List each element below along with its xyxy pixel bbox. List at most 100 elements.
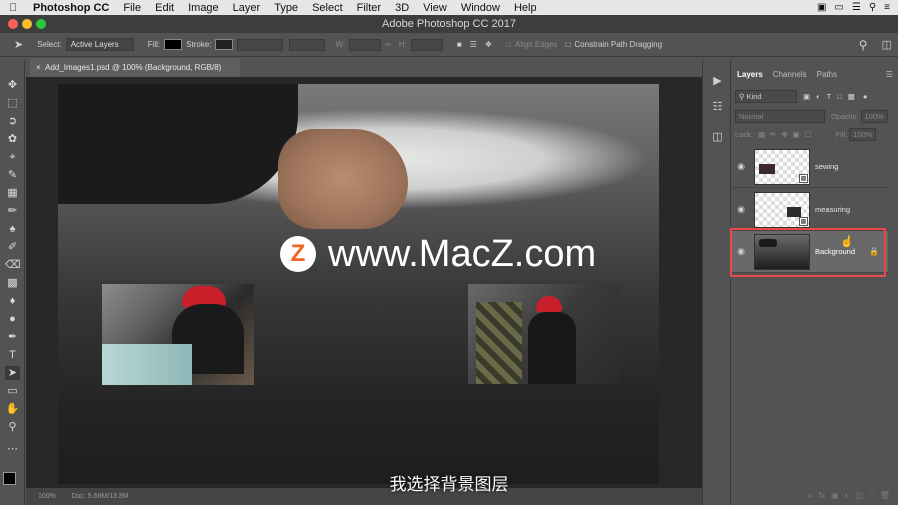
tab-layers[interactable]: Layers (732, 66, 768, 84)
lock-image-icon[interactable]: ✏ (770, 130, 776, 139)
fill-swatch[interactable] (164, 39, 183, 50)
document-canvas[interactable] (58, 84, 659, 484)
menu-3d[interactable]: 3D (388, 2, 416, 14)
layer-row-background[interactable]: ◉ Background 🔒 (732, 231, 888, 273)
move-tool-preset-icon[interactable]: ➤ (14, 38, 23, 51)
document-tab[interactable]: × Add_Images1.psd @ 100% (Background, RG… (30, 58, 240, 77)
menu-filter[interactable]: Filter (350, 2, 388, 14)
filter-shape-icon[interactable]: □ (837, 92, 842, 101)
stroke-type-dropdown[interactable] (289, 38, 326, 51)
zoom-tool-icon[interactable]: ⚲ (5, 420, 20, 434)
visibility-eye-icon[interactable]: ◉ (732, 204, 750, 215)
height-field[interactable] (410, 38, 443, 51)
select-dropdown[interactable]: Active Layers (65, 38, 134, 51)
close-window-button[interactable] (8, 19, 18, 29)
menu-window[interactable]: Window (454, 2, 507, 14)
more-tools-icon[interactable]: ⋯ (5, 442, 20, 456)
blur-tool-icon[interactable]: ♦ (5, 294, 20, 308)
menu-layer[interactable]: Layer (226, 2, 268, 14)
lock-transparent-icon[interactable]: ▦ (758, 130, 765, 139)
align-edges-label: Align Edges (514, 40, 558, 49)
tab-paths[interactable]: Paths (812, 66, 842, 84)
filter-adjustment-icon[interactable]: ◐ (816, 92, 821, 101)
close-tab-icon[interactable]: × (36, 63, 41, 72)
visibility-eye-icon[interactable]: ◉ (732, 246, 750, 257)
stroke-swatch[interactable] (215, 39, 234, 50)
lock-artboard-icon[interactable]: ▣ (793, 130, 800, 139)
link-icon[interactable]: ∞ (385, 40, 391, 49)
tab-channels[interactable]: Channels (768, 66, 812, 84)
adjustment-layer-icon[interactable]: ◐ (845, 491, 850, 500)
play-actions-icon[interactable]: ▶ (710, 74, 725, 89)
blend-mode-dropdown[interactable]: Normal (735, 110, 825, 123)
path-selection-tool-icon[interactable]: ➤ (5, 366, 20, 380)
hand-shape (278, 129, 408, 229)
apple-icon[interactable]:  (0, 2, 26, 14)
layer-row-measuring[interactable]: ◉ ▩ measuring (732, 189, 888, 231)
menu-edit[interactable]: Edit (148, 2, 181, 14)
lasso-tool-icon[interactable]: ➲ (5, 114, 20, 128)
list-icon[interactable]: ☰ (852, 2, 861, 13)
layer-style-icon[interactable]: fx (819, 491, 825, 500)
menu-view[interactable]: View (416, 2, 454, 14)
healing-brush-tool-icon[interactable]: ▦ (5, 186, 20, 200)
move-tool-icon[interactable]: ✥ (5, 78, 20, 92)
layer-row-sewing[interactable]: ◉ ▩ sewing (732, 146, 888, 188)
jacket-shape (476, 302, 522, 384)
marquee-tool-icon[interactable]: ⬚ (5, 96, 20, 110)
path-arrangement-icon[interactable]: ❖ (485, 40, 492, 49)
search-icon[interactable]: ⚲ (859, 38, 868, 52)
lock-position-icon[interactable]: ✥ (781, 130, 787, 139)
new-group-icon[interactable]: ◫ (855, 491, 863, 500)
opacity-field[interactable]: 100% (860, 110, 888, 123)
add-mask-icon[interactable]: ▣ (831, 491, 839, 500)
width-field[interactable] (349, 38, 382, 51)
path-alignment-icon[interactable]: ☰ (470, 40, 477, 49)
minimize-window-button[interactable] (22, 19, 32, 29)
quick-selection-tool-icon[interactable]: ✿ (5, 132, 20, 146)
pen-tool-icon[interactable]: ✒ (5, 330, 20, 344)
link-layers-icon[interactable]: ∞ (807, 491, 813, 500)
hand-tool-icon[interactable]: ✋ (5, 402, 20, 416)
kind-filter-dropdown[interactable]: ⚲ Kind (735, 90, 797, 103)
clone-stamp-tool-icon[interactable]: ♠ (5, 222, 20, 236)
menu-app-name[interactable]: Photoshop CC (26, 2, 116, 14)
lock-all-icon[interactable]: ☐ (805, 130, 812, 139)
rectangle-tool-icon[interactable]: ▭ (5, 384, 20, 398)
gradient-tool-icon[interactable]: ▩ (5, 276, 20, 290)
menu-image[interactable]: Image (181, 2, 226, 14)
menu-file[interactable]: File (116, 2, 148, 14)
brush-tool-icon[interactable]: ✏ (5, 204, 20, 218)
filter-smart-object-icon[interactable]: ▩ (848, 92, 855, 101)
zoom-window-button[interactable] (36, 19, 46, 29)
libraries-icon[interactable]: ◫ (710, 130, 725, 145)
workspace-icon[interactable]: ◫ (882, 38, 892, 51)
blend-row: Normal Opacity: 100% (732, 108, 898, 125)
constrain-path-checkbox[interactable]: □ (566, 40, 571, 49)
new-layer-icon[interactable]: □ (869, 491, 874, 500)
menu-type[interactable]: Type (267, 2, 305, 14)
menu-select[interactable]: Select (305, 2, 350, 14)
panel-menu-icon[interactable]: ☰ (886, 66, 898, 84)
crop-tool-icon[interactable]: ⌖ (5, 150, 20, 164)
fill-field[interactable]: 100% (849, 128, 877, 141)
search-icon[interactable]: ⚲ (869, 2, 876, 13)
display-icon[interactable]: ▭ (834, 2, 843, 13)
properties-icon[interactable]: ☷ (710, 100, 725, 115)
menu-help[interactable]: Help (507, 2, 544, 14)
filter-toggle-icon[interactable]: ● (863, 92, 868, 101)
menu-extra-icon[interactable]: ≡ (884, 2, 890, 13)
align-edges-checkbox[interactable]: □ (506, 40, 511, 49)
dodge-tool-icon[interactable]: ● (5, 312, 20, 326)
eraser-tool-icon[interactable]: ⌫ (5, 258, 21, 272)
camera-icon[interactable]: ▣ (817, 2, 826, 13)
path-operations-icon[interactable]: ■ (457, 40, 462, 49)
delete-layer-icon[interactable]: 🗑 (880, 491, 890, 500)
stroke-width-field[interactable] (237, 38, 284, 51)
eyedropper-tool-icon[interactable]: ✎ (5, 168, 20, 182)
filter-type-icon[interactable]: T (827, 92, 832, 101)
filter-pixel-icon[interactable]: ▣ (803, 92, 810, 101)
history-brush-tool-icon[interactable]: ✐ (5, 240, 20, 254)
type-tool-icon[interactable]: T (5, 348, 20, 362)
visibility-eye-icon[interactable]: ◉ (732, 161, 750, 172)
